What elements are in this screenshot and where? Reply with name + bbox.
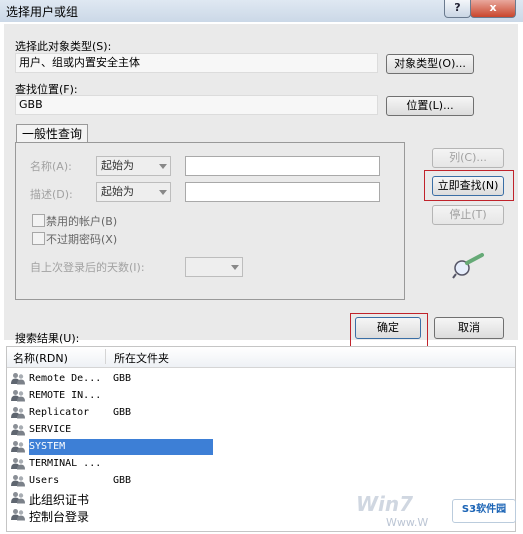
row-name: Users (29, 475, 60, 486)
user-group-icon (11, 407, 25, 419)
description-input[interactable] (185, 182, 380, 202)
close-button[interactable]: x (470, 0, 516, 18)
user-group-icon (11, 458, 25, 470)
find-now-button[interactable]: 立即查找(N) (432, 176, 504, 196)
column-divider[interactable] (105, 349, 106, 364)
name-mode-value: 起始为 (101, 159, 134, 172)
chevron-down-icon (231, 265, 239, 270)
days-since-logon-combo[interactable] (185, 257, 243, 277)
select-users-dialog: 选择用户或组 ? x 选择此对象类型(S): 用户、组或内置安全主体 对象类型(… (0, 0, 523, 534)
object-type-field: 用户、组或内置安全主体 (15, 53, 378, 73)
description-label: 描述(D): (30, 188, 73, 201)
user-group-icon (11, 424, 25, 436)
results-header: 名称(RDN) 所在文件夹 (7, 347, 515, 368)
cancel-button[interactable]: 取消 (434, 317, 504, 339)
row-name: 控制台登录 (29, 510, 90, 524)
object-type-label: 选择此对象类型(S): (15, 40, 112, 53)
row-name: TERMINAL ... (29, 458, 102, 469)
user-group-icon (11, 475, 25, 487)
columns-button[interactable]: 列(C)... (432, 148, 504, 168)
row-name: REMOTE IN... (29, 390, 102, 401)
column-header-name[interactable]: 名称(RDN) (13, 350, 68, 366)
ok-button[interactable]: 确定 (355, 317, 421, 339)
table-row[interactable]: SYSTEM (7, 439, 407, 455)
user-group-icon (11, 390, 25, 402)
stop-button[interactable]: 停止(T) (432, 205, 504, 225)
row-name: Remote De... (29, 373, 102, 384)
user-group-icon (11, 373, 25, 385)
row-name: Replicator (29, 407, 90, 418)
row-folder: GBB (113, 407, 132, 418)
user-group-icon (11, 492, 25, 504)
user-group-icon (11, 441, 25, 453)
name-input[interactable] (185, 156, 380, 176)
row-name: SERVICE (29, 424, 72, 435)
object-types-button[interactable]: 对象类型(O)... (386, 54, 474, 74)
user-group-icon (11, 509, 25, 521)
table-row[interactable]: REMOTE IN... (7, 388, 407, 404)
window-title: 选择用户或组 (6, 5, 79, 19)
days-since-logon-label: 自上次登录后的天数(I): (30, 261, 145, 274)
win7-watermark-url: Www.W (386, 516, 429, 529)
location-field: GBB (15, 95, 378, 115)
table-row[interactable]: SERVICE (7, 422, 407, 438)
non-expiring-password-checkbox[interactable] (32, 232, 45, 245)
disabled-accounts-checkbox[interactable] (32, 214, 45, 227)
help-button[interactable]: ? (444, 0, 471, 18)
win7-watermark: Win7 Www.W (330, 490, 450, 530)
s3-watermark-logo: S3软件园 (452, 499, 516, 523)
name-label: 名称(A): (30, 160, 72, 173)
description-mode-value: 起始为 (101, 185, 134, 198)
win7-watermark-text: Win7 (356, 492, 414, 516)
title-bar: 选择用户或组 ? x (0, 0, 523, 22)
search-flashlight-icon (452, 253, 484, 279)
non-expiring-password-label: 不过期密码(X) (46, 233, 118, 246)
name-mode-combo[interactable]: 起始为 (96, 156, 171, 176)
table-row[interactable]: Replicator GBB (7, 405, 407, 421)
description-mode-combo[interactable]: 起始为 (96, 182, 171, 202)
row-folder: GBB (113, 475, 132, 486)
column-header-folder[interactable]: 所在文件夹 (114, 350, 169, 366)
disabled-accounts-label: 禁用的帐户(B) (46, 215, 118, 228)
chevron-down-icon (159, 190, 167, 195)
table-row[interactable]: TERMINAL ... (7, 456, 407, 472)
row-name: 此组织证书 (29, 493, 90, 507)
row-name: SYSTEM (29, 441, 66, 452)
table-row[interactable]: Remote De... GBB (7, 371, 407, 387)
chevron-down-icon (159, 164, 167, 169)
row-folder: GBB (113, 373, 132, 384)
search-results-label: 搜索结果(U): (15, 332, 80, 345)
locations-button[interactable]: 位置(L)... (386, 96, 474, 116)
table-row[interactable]: Users GBB (7, 473, 407, 489)
